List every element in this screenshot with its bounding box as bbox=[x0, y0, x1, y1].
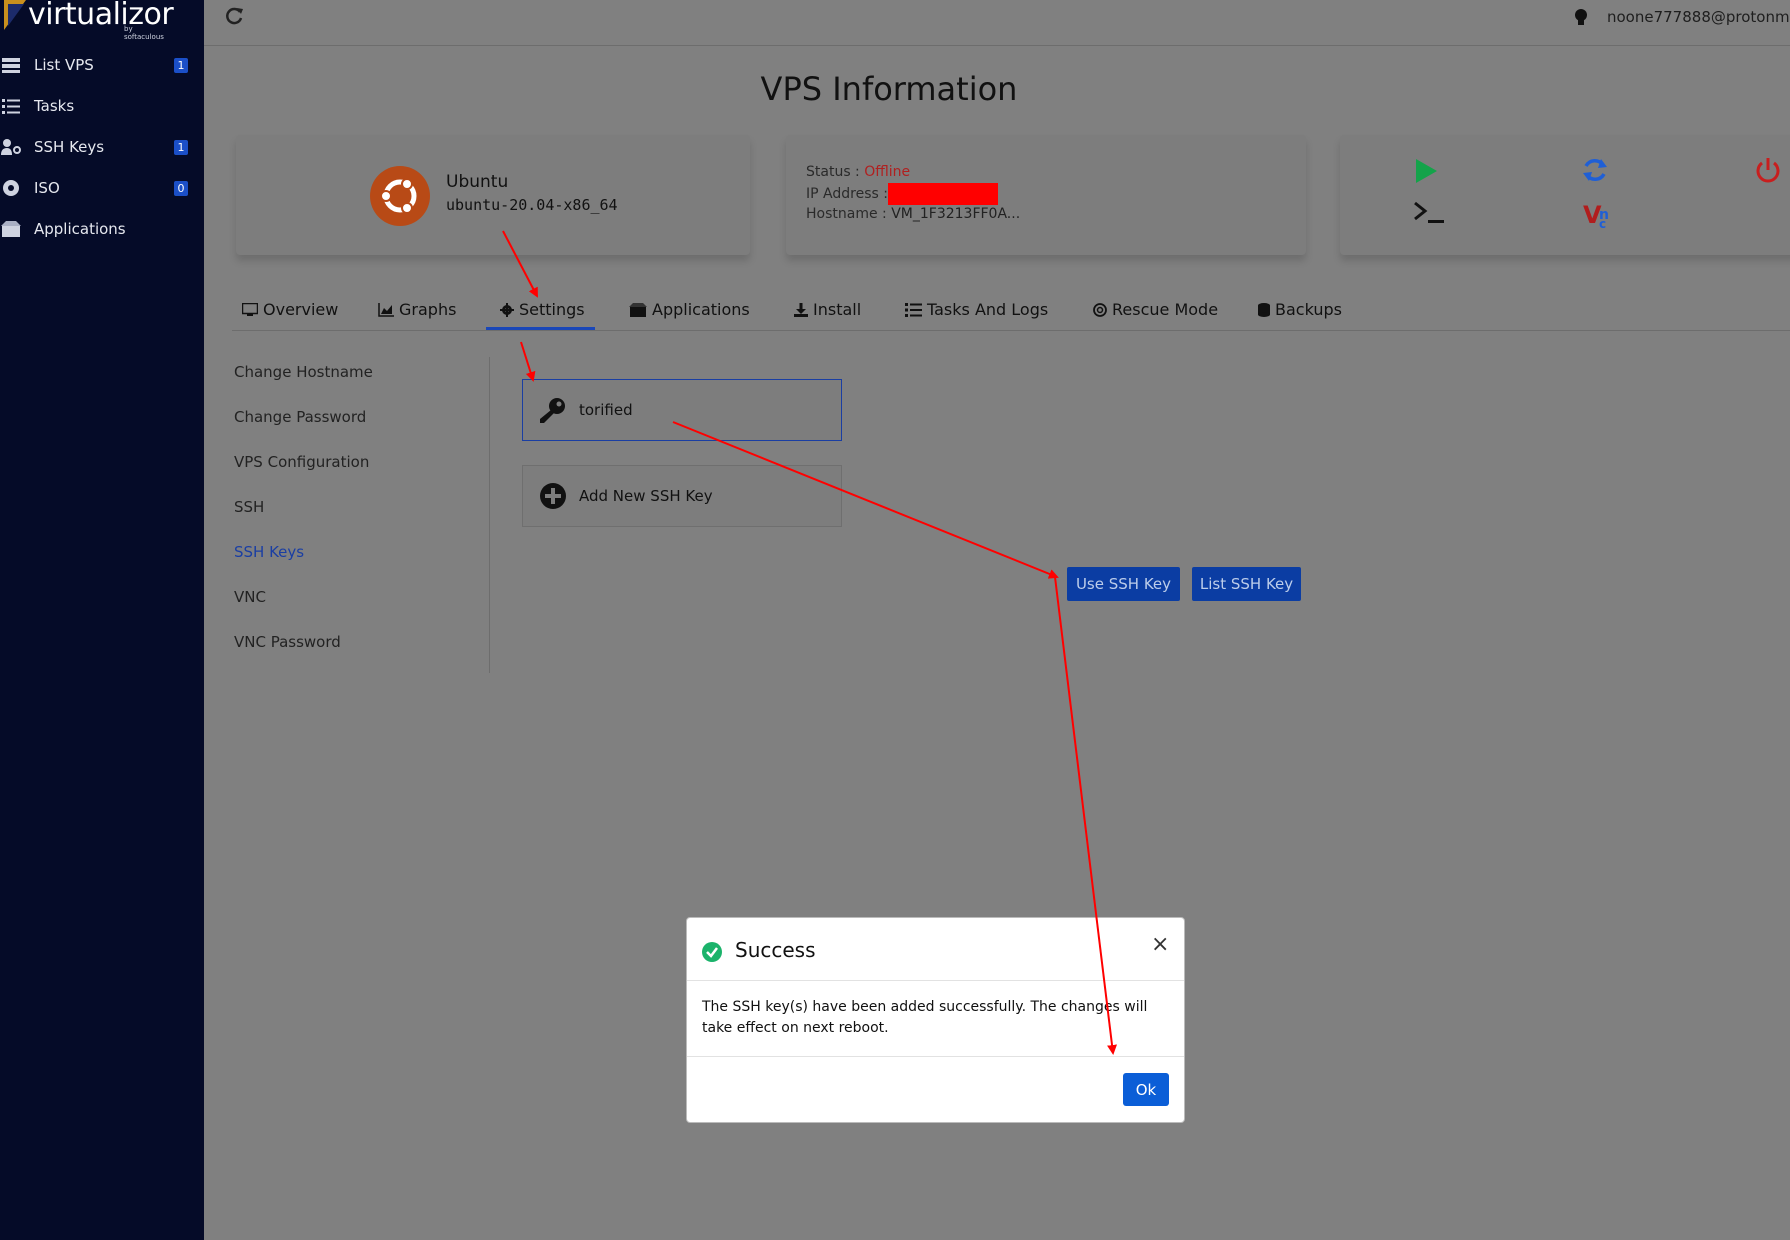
power-icon[interactable] bbox=[1754, 156, 1782, 188]
sidebar-item-ssh-keys[interactable]: SSH Keys 1 bbox=[0, 127, 204, 167]
count-badge: 1 bbox=[174, 57, 188, 73]
tab-graphs[interactable]: Graphs bbox=[378, 300, 456, 319]
user-key-icon bbox=[0, 136, 22, 158]
play-icon[interactable] bbox=[1414, 158, 1438, 188]
tab-label: Settings bbox=[519, 300, 585, 319]
chart-icon bbox=[378, 302, 394, 317]
add-ssh-key-label: Add New SSH Key bbox=[579, 487, 713, 505]
tab-rescue-mode[interactable]: Rescue Mode bbox=[1093, 300, 1218, 319]
list-check-icon bbox=[905, 302, 922, 317]
arrow-to-ssh-key bbox=[520, 341, 536, 382]
tab-label: Tasks And Logs bbox=[927, 300, 1049, 319]
sidebar-item-iso[interactable]: ISO 0 bbox=[0, 168, 204, 208]
settings-nav-ssh[interactable]: SSH bbox=[234, 498, 264, 516]
brand-sub: by softaculous bbox=[124, 25, 164, 41]
sidebar-item-list-vps[interactable]: List VPS 1 bbox=[0, 45, 204, 85]
settings-divider bbox=[489, 357, 490, 673]
tab-applications[interactable]: Applications bbox=[629, 300, 750, 319]
os-panel bbox=[236, 135, 750, 255]
brand-logo[interactable]: virtualizor by softaculous bbox=[4, 0, 174, 41]
sidebar-item-label: SSH Keys bbox=[34, 138, 105, 156]
ok-button[interactable]: Ok bbox=[1123, 1073, 1169, 1106]
close-icon[interactable]: × bbox=[1151, 932, 1169, 957]
add-ssh-key-item[interactable]: Add New SSH Key bbox=[522, 465, 842, 527]
hostname-row: Hostname : VM_1F3213FF0A... bbox=[806, 206, 1020, 222]
refresh-icon[interactable] bbox=[224, 6, 244, 30]
tab-backups[interactable]: Backups bbox=[1258, 300, 1342, 319]
modal-footer bbox=[687, 1056, 1184, 1057]
settings-nav-vps-configuration[interactable]: VPS Configuration bbox=[234, 453, 369, 471]
ssh-key-item[interactable]: torified bbox=[522, 379, 842, 441]
server-list-icon bbox=[0, 54, 22, 76]
ubuntu-icon bbox=[370, 166, 430, 226]
modal-header: Success × bbox=[687, 918, 1184, 981]
sidebar-item-tasks[interactable]: Tasks bbox=[0, 86, 204, 126]
disc-icon bbox=[0, 177, 22, 199]
topbar: noone777888@protonm bbox=[204, 0, 1790, 46]
tasks-icon bbox=[0, 95, 22, 117]
tab-tasks-and-logs[interactable]: Tasks And Logs bbox=[905, 300, 1048, 319]
gear-icon bbox=[500, 302, 514, 317]
success-modal: Success × The SSH key(s) have been added… bbox=[686, 917, 1185, 1123]
boxes-icon bbox=[629, 302, 647, 317]
tab-label: Rescue Mode bbox=[1112, 300, 1219, 319]
status-value: Offline bbox=[864, 164, 911, 180]
hostname-value: VM_1F3213FF0A... bbox=[891, 206, 1021, 222]
tab-install[interactable]: Install bbox=[794, 300, 861, 319]
tab-label: Graphs bbox=[399, 300, 457, 319]
restart-icon[interactable] bbox=[1581, 156, 1609, 188]
ssh-key-name: torified bbox=[579, 401, 633, 419]
active-tab-indicator bbox=[486, 327, 595, 330]
check-circle-icon bbox=[702, 942, 722, 962]
tab-settings[interactable]: Settings bbox=[500, 300, 585, 319]
status-row: Status : Offline bbox=[806, 164, 910, 180]
tab-label: Applications bbox=[652, 300, 750, 319]
count-badge: 1 bbox=[174, 139, 188, 155]
settings-nav-change-password[interactable]: Change Password bbox=[234, 408, 366, 426]
virtualizor-logo-icon bbox=[4, 0, 26, 30]
terminal-icon[interactable] bbox=[1413, 200, 1447, 230]
key-icon bbox=[539, 396, 567, 424]
svg-text:c: c bbox=[1599, 217, 1606, 229]
plus-circle-icon bbox=[539, 482, 567, 510]
tab-overview[interactable]: Overview bbox=[242, 300, 338, 319]
count-badge: 0 bbox=[174, 180, 188, 196]
os-name: Ubuntu bbox=[446, 172, 509, 192]
settings-nav-change-hostname[interactable]: Change Hostname bbox=[234, 363, 373, 381]
lifebuoy-icon bbox=[1093, 302, 1107, 317]
list-ssh-key-button[interactable]: List SSH Key bbox=[1192, 567, 1301, 601]
actions-panel bbox=[1340, 135, 1790, 255]
redacted-ip bbox=[887, 183, 998, 205]
sidebar: virtualizor by softaculous List VPS 1 Ta… bbox=[0, 0, 204, 1240]
os-version: ubuntu-20.04-x86_64 bbox=[446, 196, 618, 214]
use-ssh-key-button[interactable]: Use SSH Key bbox=[1067, 567, 1180, 601]
user-email[interactable]: noone777888@protonm bbox=[1607, 8, 1790, 26]
sidebar-item-applications[interactable]: Applications bbox=[0, 209, 204, 249]
download-icon bbox=[794, 302, 808, 317]
ip-row: IP Address : bbox=[806, 183, 998, 205]
tab-label: Overview bbox=[263, 300, 339, 319]
tab-label: Install bbox=[813, 300, 862, 319]
settings-nav-ssh-keys[interactable]: SSH Keys bbox=[234, 543, 304, 561]
box-icon bbox=[0, 218, 22, 240]
settings-nav-vnc-password[interactable]: VNC Password bbox=[234, 633, 341, 651]
sidebar-item-label: Tasks bbox=[34, 97, 75, 115]
vnc-icon[interactable]: Vnc bbox=[1583, 199, 1615, 233]
hostname-label: Hostname : bbox=[806, 206, 887, 222]
modal-message: The SSH key(s) have been added successfu… bbox=[702, 999, 1148, 1036]
sidebar-item-label: List VPS bbox=[34, 56, 94, 74]
modal-title: Success bbox=[735, 938, 816, 962]
sidebar-item-label: ISO bbox=[34, 179, 60, 197]
monitor-icon bbox=[242, 302, 258, 317]
lightbulb-icon[interactable] bbox=[1573, 8, 1589, 32]
ip-label: IP Address : bbox=[806, 186, 888, 202]
status-label: Status : bbox=[806, 164, 860, 180]
page-title: VPS Information bbox=[760, 70, 1018, 108]
tab-label: Backups bbox=[1275, 300, 1342, 319]
settings-nav-vnc[interactable]: VNC bbox=[234, 588, 266, 606]
sidebar-item-label: Applications bbox=[34, 220, 126, 238]
database-icon bbox=[1258, 302, 1270, 317]
